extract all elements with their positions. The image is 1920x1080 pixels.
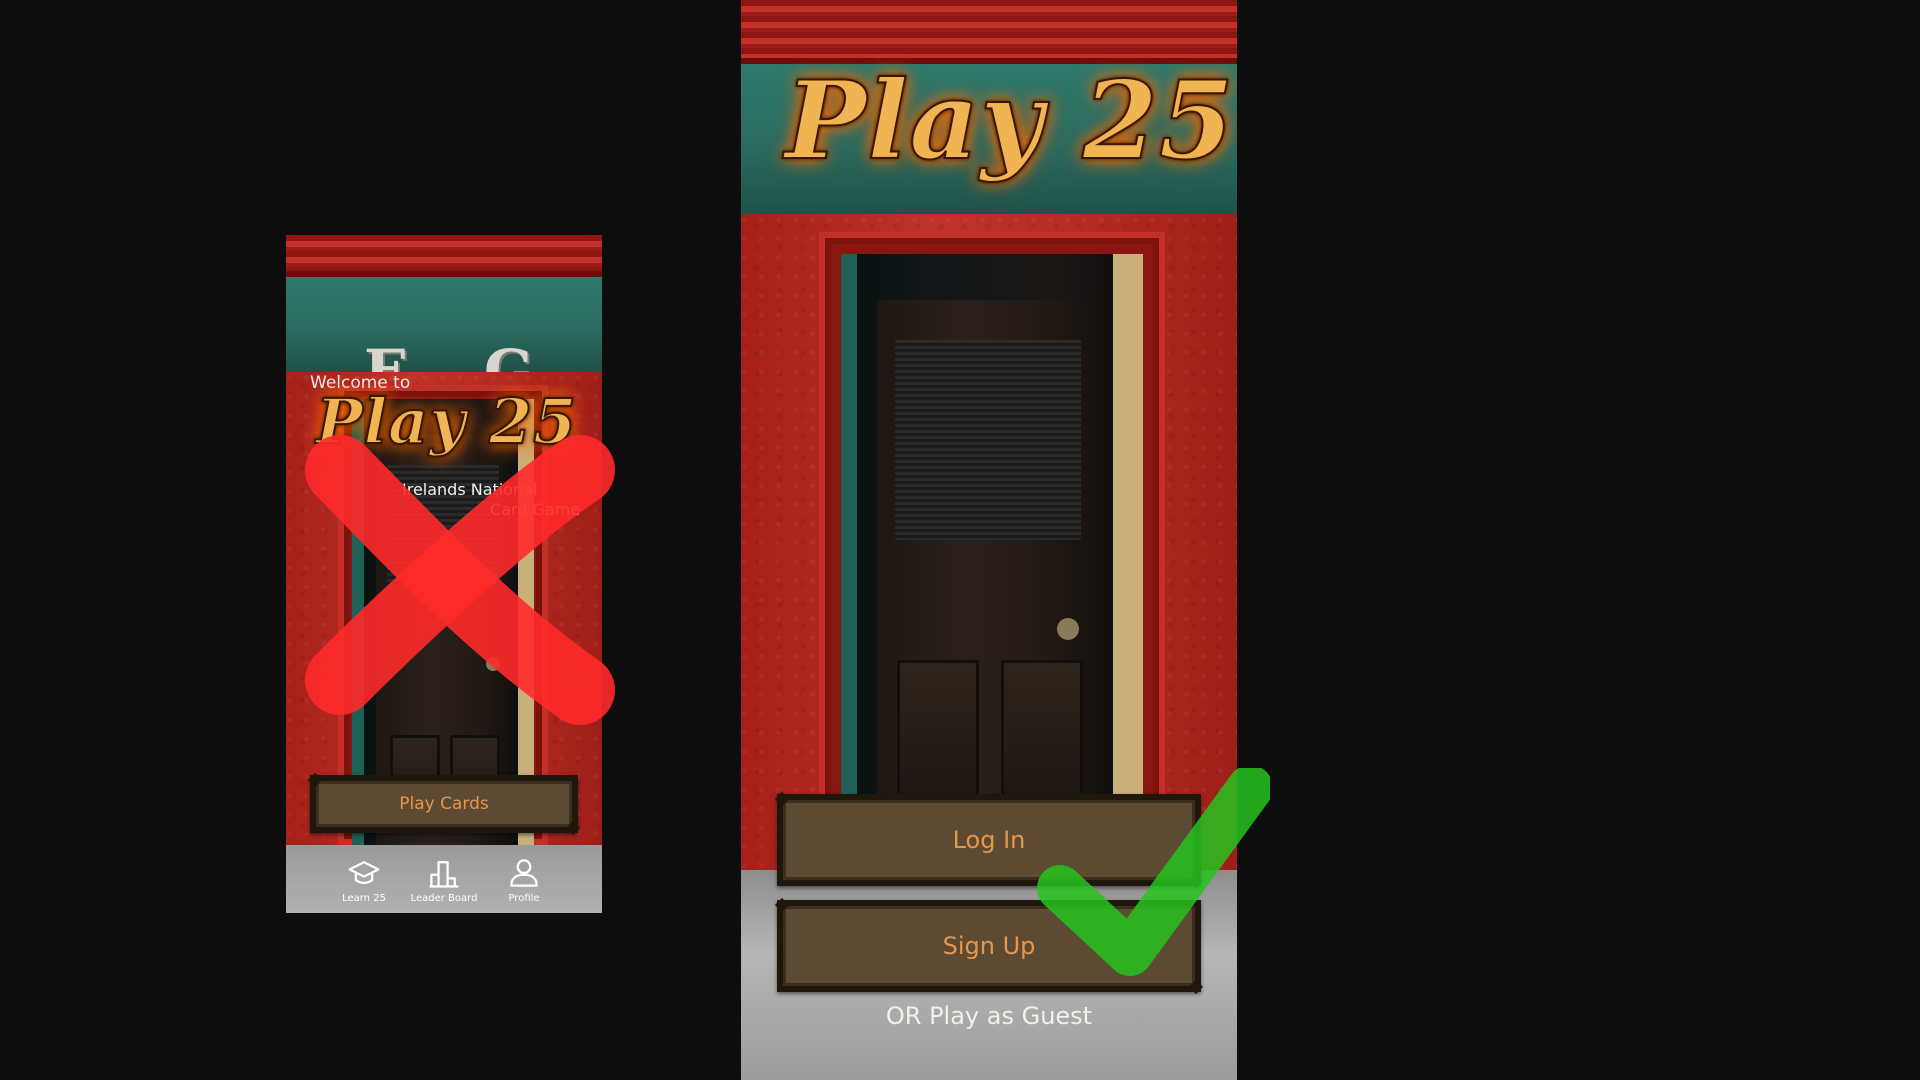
new-login-screen: Play 25 Log In Sign Up OR Play as Guest (741, 0, 1237, 1080)
podium-icon (429, 860, 459, 888)
bottom-nav: Learn 25 Leader Board Profile (286, 845, 602, 913)
door-panel (1001, 660, 1083, 806)
app-logo: Play 25 (784, 57, 1235, 185)
nav-learn-25[interactable]: Learn 25 (335, 855, 393, 904)
door-cream-edge (1113, 254, 1143, 852)
play-as-guest-link[interactable]: OR Play as Guest (741, 1002, 1237, 1030)
nav-learn-25-label: Learn 25 (342, 892, 386, 904)
door-panel (897, 660, 979, 806)
log-in-button[interactable]: Log In (777, 794, 1201, 886)
door-green-edge (841, 254, 857, 852)
tagline-line-1: Irelands National (402, 480, 538, 499)
sign-up-button[interactable]: Sign Up (777, 900, 1201, 992)
play-cards-button[interactable]: Play Cards (310, 775, 578, 833)
nav-leader-board[interactable]: Leader Board (411, 855, 477, 904)
door (877, 300, 1099, 852)
user-icon (510, 858, 538, 887)
door-knob (1057, 618, 1079, 640)
door-knob (486, 657, 500, 671)
shop-cornice (741, 0, 1237, 64)
app-logo: Play 25 (315, 384, 578, 459)
shop-cornice (286, 235, 602, 277)
tagline-line-2: Card Game (490, 500, 581, 519)
nav-profile-label: Profile (508, 892, 540, 904)
door-blind (894, 340, 1082, 540)
shop-fascia: E G (286, 277, 602, 405)
graduation-cap-icon (348, 860, 380, 884)
old-home-screen: E G Welcome to Play 25 Irelands National… (286, 235, 602, 913)
nav-profile[interactable]: Profile (495, 855, 553, 904)
nav-leader-board-label: Leader Board (410, 892, 478, 904)
